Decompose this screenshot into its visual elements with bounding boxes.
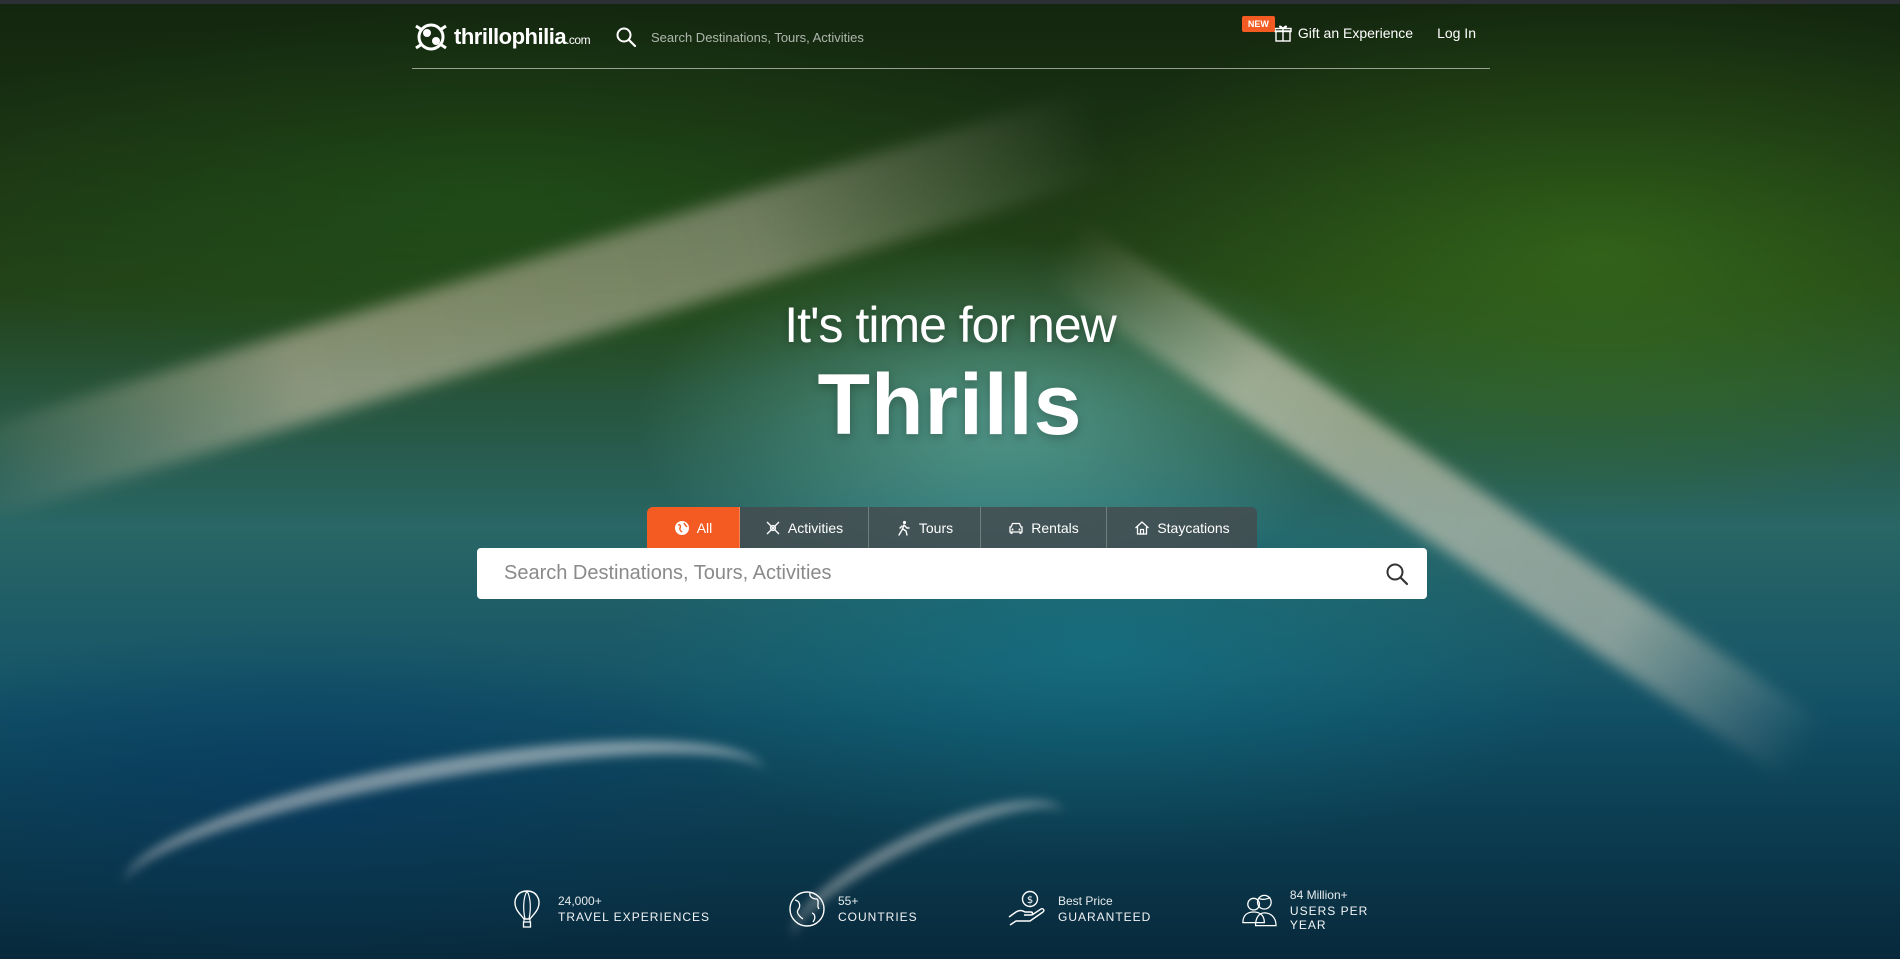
hero-background-image [0,0,1900,959]
browser-top-edge [0,0,1900,4]
main-search-bar [477,548,1427,599]
logo-suffix: .com [566,33,591,47]
search-icon [1386,563,1409,585]
search-icon[interactable] [615,26,637,48]
tab-staycations[interactable]: Staycations [1107,507,1257,548]
car-icon [1009,522,1023,534]
gift-icon [1274,25,1292,42]
header-search-input[interactable] [649,28,913,46]
price-hand-icon: $ [1008,890,1045,926]
header-search [615,26,913,48]
gift-label: Gift an Experience [1297,25,1414,41]
tab-label: Staycations [1157,519,1230,536]
stat-best-price: $ Best Price GUARANTEED [1006,888,1151,930]
hero-overlay [0,0,1900,959]
tab-all[interactable]: All [647,507,740,548]
tab-label: All [696,519,713,536]
stat-label: GUARANTEED [1058,910,1152,924]
site-header: thrillophilia.com NEW Gift an Experience… [412,16,1490,69]
stat-value: Best Price [1058,894,1113,908]
tab-tours[interactable]: Tours [869,507,981,548]
stat-label: USERS PER YEAR [1289,904,1369,932]
gift-experience-link[interactable]: NEW Gift an Experience [1241,16,1414,42]
hero-title: Thrills [817,357,1083,453]
new-badge: NEW [1241,16,1275,32]
tab-label: Activities [787,519,844,536]
tab-label: Rentals [1031,519,1079,536]
stat-value: 24,000+ [558,894,602,908]
stat-travel-experiences: 24,000+ TRAVEL EXPERIENCES [506,888,710,930]
activities-icon [766,521,780,534]
logo-text: thrillophilia [454,24,567,49]
header-actions: NEW Gift an Experience Log In [1241,16,1476,42]
main-search-input[interactable] [502,561,1367,586]
svg-text:$: $ [1027,895,1033,906]
stat-value: 84 Million+ [1289,888,1348,902]
tab-activities[interactable]: Activities [740,507,869,548]
tab-label: Tours [918,519,954,536]
globe-icon [674,520,689,535]
stat-value: 55+ [838,894,859,908]
stats-bar: 24,000+ TRAVEL EXPERIENCES 55+ COUNTRIES… [506,888,1406,938]
hot-air-balloon-icon [514,890,540,928]
users-icon [1242,894,1277,927]
search-button[interactable] [1367,548,1427,599]
logo-icon [415,23,447,51]
site-logo[interactable]: thrillophilia.com [412,20,591,54]
hero-subtitle: It's time for new [784,297,1117,353]
stat-label: COUNTRIES [838,910,918,924]
hiker-icon [898,520,910,536]
tab-rentals[interactable]: Rentals [981,507,1107,548]
stat-users: 84 Million+ USERS PER YEAR [1239,888,1406,932]
stat-countries: 55+ COUNTRIES [786,888,918,930]
stat-label: TRAVEL EXPERIENCES [558,910,711,924]
house-icon [1135,520,1150,535]
search-category-tabs: All Activities Tours Rentals Staycations [647,507,1257,548]
globe-icon [789,891,825,927]
login-link[interactable]: Log In [1437,25,1476,41]
